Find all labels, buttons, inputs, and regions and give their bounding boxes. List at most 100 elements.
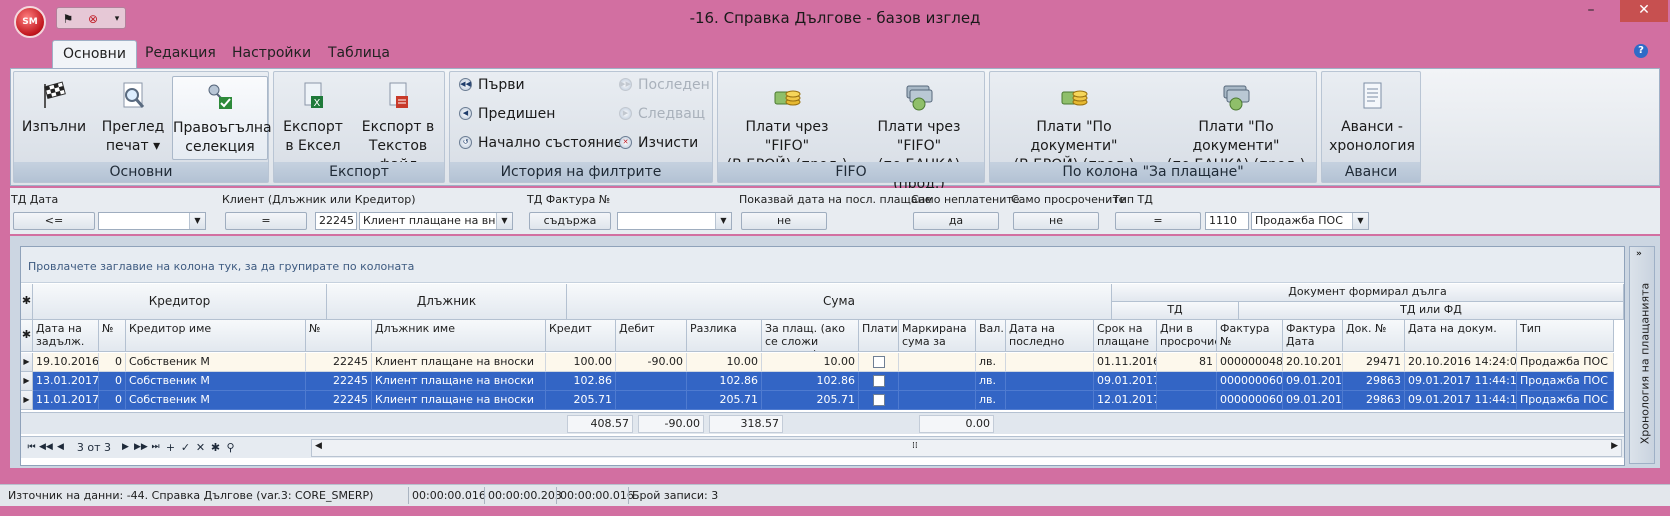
band-doc[interactable]: Документ формирал дълга [1112, 284, 1624, 302]
column-header[interactable]: Срок на плащане [1094, 320, 1157, 352]
table-cell[interactable]: Продажба ПОС [1517, 372, 1614, 391]
pay-checkbox[interactable] [872, 356, 885, 368]
table-row[interactable]: ▶ 11.01.2017 0 Собственик М 22245 Клиент плащ… [21, 391, 1624, 410]
group-by-area[interactable]: Провлачете заглавие на колона тук, за да… [21, 247, 1624, 283]
expand-icon[interactable]: » [1636, 249, 1642, 259]
history-clear-button[interactable]: ✕ Изчисти [616, 132, 698, 154]
table-cell[interactable] [859, 353, 899, 372]
nav-append-icon[interactable]: + [164, 440, 177, 455]
export-text-button[interactable]: Експорт в Текстов файл [352, 76, 444, 173]
table-cell[interactable]: 0000000600 [1217, 391, 1283, 410]
column-header[interactable]: Вал. [976, 320, 1006, 352]
band-debtor[interactable]: Длъжник [327, 284, 567, 320]
scroll-grip-icon[interactable]: ⁞⁞ [912, 441, 918, 451]
table-row[interactable]: ▶ 19.10.2016 0 Собственик М 22245 Клиент плащ… [21, 353, 1624, 372]
chevron-down-icon[interactable]: ▼ [1352, 213, 1368, 229]
table-cell[interactable]: 12.01.2017 [1094, 391, 1157, 410]
table-cell[interactable] [859, 372, 899, 391]
row-indicator[interactable]: ▶ [21, 353, 33, 372]
table-cell[interactable] [899, 391, 976, 410]
nav-first-icon[interactable]: ⏮ [25, 440, 38, 455]
table-cell[interactable]: лв. [976, 391, 1006, 410]
table-cell[interactable]: 10.00 [687, 353, 762, 372]
column-header[interactable]: Дата на последно плащ. [1006, 320, 1094, 352]
table-cell[interactable] [1157, 391, 1217, 410]
history-next-button[interactable]: ▶ Следващ [616, 103, 705, 125]
column-header[interactable]: Дата на докум. [1405, 320, 1517, 352]
horizontal-scrollbar[interactable]: ◀ ⁞⁞ ▶ [311, 439, 1622, 457]
table-cell[interactable]: 29863 [1343, 391, 1405, 410]
history-last-button[interactable]: ▶▶ Последен [616, 74, 710, 96]
nav-last-icon[interactable]: ⏭ [149, 440, 162, 455]
row-indicator[interactable]: ▶ [21, 372, 33, 391]
close-button[interactable]: ✕ [1620, 0, 1668, 22]
table-cell[interactable]: 0000000485 [1217, 353, 1283, 372]
table-cell[interactable] [1006, 391, 1094, 410]
table-cell[interactable]: 81 [1157, 353, 1217, 372]
column-header[interactable]: Тип [1517, 320, 1614, 352]
table-cell[interactable]: 29471 [1343, 353, 1405, 372]
table-cell[interactable]: Клиент плащане на вноски [372, 372, 546, 391]
chevron-down-icon[interactable]: ▼ [496, 213, 512, 229]
table-cell[interactable]: 22245 [306, 372, 372, 391]
filter-doc-type-code[interactable]: 1110 [1205, 212, 1249, 230]
table-cell[interactable]: 102.86 [762, 372, 859, 391]
table-cell[interactable]: 205.71 [762, 391, 859, 410]
table-cell[interactable] [616, 372, 687, 391]
chevron-down-icon[interactable]: ▼ [715, 213, 731, 229]
column-header[interactable]: Кредит [546, 320, 616, 352]
table-cell[interactable]: 0 [99, 372, 126, 391]
table-cell[interactable]: 19.10.2016 [33, 353, 99, 372]
band-td-fd[interactable]: ТД или ФД [1239, 302, 1624, 320]
table-cell[interactable]: 09.01.2017 11:44:19 [1405, 372, 1517, 391]
table-cell[interactable]: 09.01.2017 [1283, 391, 1343, 410]
table-cell[interactable]: 0000000600 [1217, 372, 1283, 391]
column-header[interactable]: Маркирана сума за плащ. [899, 320, 976, 352]
column-header[interactable]: № [99, 320, 126, 352]
column-header[interactable]: Фактура № [1217, 320, 1283, 352]
filter-client-combo[interactable]: Клиент плащане на вноски ▼ [359, 212, 513, 230]
table-cell[interactable] [899, 372, 976, 391]
table-cell[interactable] [616, 391, 687, 410]
table-cell[interactable]: 09.01.2017 11:44:19 [1405, 391, 1517, 410]
table-cell[interactable]: 22245 [306, 391, 372, 410]
nav-next-page-icon[interactable]: ▶▶ [134, 440, 148, 455]
table-cell[interactable]: Собственик М [126, 353, 306, 372]
table-cell[interactable] [899, 353, 976, 372]
tab-nastroyki[interactable]: Настройки [222, 40, 321, 68]
filter-unpaid-only[interactable]: да [913, 212, 999, 230]
pay-docs-bank-button[interactable]: Плати "По документи" (по БАНКА) (прод.) [1156, 76, 1316, 173]
print-preview-button[interactable]: Преглед печат ▾ [96, 76, 170, 160]
table-cell[interactable]: 29863 [1343, 372, 1405, 391]
table-cell[interactable]: Клиент плащане на вноски [372, 353, 546, 372]
row-indicator[interactable]: ▶ [21, 391, 33, 410]
table-cell[interactable]: 0 [99, 391, 126, 410]
column-header[interactable]: За плащ. (ако се сложи отметка) [762, 320, 859, 352]
table-cell[interactable]: 205.71 [687, 391, 762, 410]
table-cell[interactable]: 13.01.2017 [33, 372, 99, 391]
nav-filter-icon[interactable]: ⚲ [224, 440, 237, 455]
nav-prev-icon[interactable]: ◀ [54, 440, 67, 455]
history-initial-button[interactable]: ↺ Начално състояние [456, 132, 622, 154]
table-cell[interactable]: 09.01.2017 [1094, 372, 1157, 391]
column-header[interactable]: Дата на задълж. [33, 320, 99, 352]
table-cell[interactable]: 22245 [306, 353, 372, 372]
table-cell[interactable] [1157, 372, 1217, 391]
table-cell[interactable]: 10.00 [762, 353, 859, 372]
band-sum[interactable]: Сума [567, 284, 1112, 320]
pay-checkbox[interactable] [872, 375, 885, 387]
table-cell[interactable]: Собственик М [126, 372, 306, 391]
nav-edit-icon[interactable]: ✓ [179, 440, 192, 455]
tab-tablitsa[interactable]: Таблица [318, 40, 400, 68]
nav-cancel-icon[interactable]: ✕ [194, 440, 207, 455]
table-cell[interactable]: лв. [976, 353, 1006, 372]
column-header[interactable]: № [306, 320, 372, 352]
payment-history-side-panel[interactable]: » Хронология на плащанията [1629, 246, 1655, 464]
table-cell[interactable]: 102.86 [687, 372, 762, 391]
rect-selection-button[interactable]: Правоъгълна селекция [172, 76, 272, 160]
column-header[interactable]: Док. № [1343, 320, 1405, 352]
tab-redaktsiya[interactable]: Редакция [135, 40, 226, 68]
table-cell[interactable]: 20.10.2016 [1283, 353, 1343, 372]
tab-osnovni[interactable]: Основни [52, 40, 137, 68]
table-cell[interactable]: 09.01.2017 [1283, 372, 1343, 391]
